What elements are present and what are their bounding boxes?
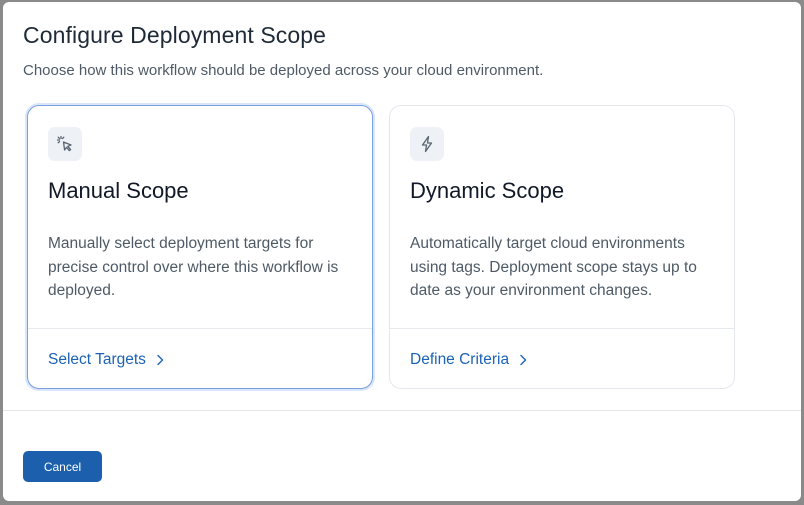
click-cursor-icon bbox=[48, 127, 82, 161]
manual-scope-card[interactable]: Manual Scope Manually select deployment … bbox=[27, 105, 373, 389]
define-criteria-link[interactable]: Define Criteria bbox=[410, 351, 527, 369]
dialog-subtitle: Choose how this workflow should be deplo… bbox=[23, 62, 544, 79]
card-divider bbox=[390, 328, 734, 329]
define-criteria-label: Define Criteria bbox=[410, 351, 510, 368]
lightning-bolt-icon bbox=[410, 127, 444, 161]
chevron-right-icon bbox=[156, 354, 164, 366]
deployment-scope-dialog: Configure Deployment Scope Choose how th… bbox=[3, 2, 801, 501]
footer-divider bbox=[3, 410, 801, 411]
cancel-button[interactable]: Cancel bbox=[23, 451, 102, 482]
select-targets-label: Select Targets bbox=[48, 351, 146, 368]
card-divider bbox=[28, 328, 372, 329]
manual-scope-title: Manual Scope bbox=[48, 178, 189, 203]
dynamic-scope-card[interactable]: Dynamic Scope Automatically target cloud… bbox=[389, 105, 735, 389]
chevron-right-icon bbox=[519, 354, 527, 366]
dialog-title: Configure Deployment Scope bbox=[23, 22, 327, 48]
select-targets-link[interactable]: Select Targets bbox=[48, 351, 164, 369]
manual-scope-description: Manually select deployment targets for p… bbox=[48, 235, 339, 299]
dynamic-scope-description: Automatically target cloud environments … bbox=[410, 235, 697, 299]
dynamic-scope-title: Dynamic Scope bbox=[410, 178, 565, 203]
